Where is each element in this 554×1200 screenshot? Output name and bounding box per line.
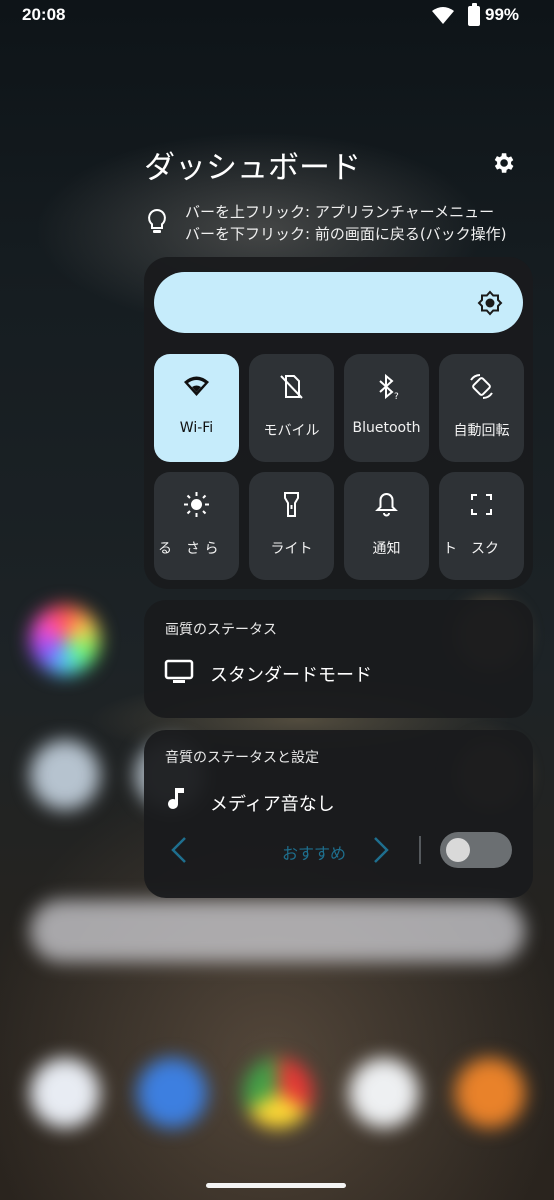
screenshot-icon (471, 494, 492, 515)
brightness-slider[interactable] (154, 272, 523, 333)
chevron-right-icon[interactable] (372, 836, 390, 864)
card-heading: 画質のステータス (165, 622, 277, 638)
tile-label: ト スク (443, 541, 499, 557)
tile-label: モバイル (263, 423, 320, 439)
gear-icon[interactable] (490, 150, 516, 176)
chevron-left-icon[interactable] (170, 836, 188, 864)
tile-extra-dim[interactable]: る さ ら (154, 472, 239, 580)
quick-settings-panel: Wi-Fi モバイル ? Bluetooth 自動回転 る さ ら ライト 通知… (144, 257, 533, 589)
hint-line-up: バーを上フリック: アプリランチャーメニュー (185, 203, 495, 221)
bell-icon (375, 492, 398, 517)
tile-label: 通知 (372, 541, 401, 557)
status-bar: 20:08 99% (0, 0, 554, 32)
wifi-icon (184, 376, 209, 396)
tile-label: Wi-Fi (179, 420, 214, 436)
tile-screenshot[interactable]: ト スク (439, 472, 524, 580)
tile-flashlight[interactable]: ライト (249, 472, 334, 580)
card-heading: 音質のステータスと設定 (165, 750, 319, 766)
svg-text:?: ? (394, 392, 399, 401)
sound-settings-card: 音質のステータスと設定 メディア音なし おすすめ (144, 730, 533, 898)
status-time: 20:08 (22, 5, 66, 24)
home-indicator[interactable] (206, 1183, 346, 1188)
tile-mobile-data[interactable]: モバイル (249, 354, 334, 462)
bluetooth-icon: ? (379, 373, 399, 401)
tile-label: ライト (270, 541, 313, 557)
sound-status-text: メディア音なし (210, 794, 335, 815)
sound-toggle[interactable] (440, 832, 512, 868)
battery-percent: 99% (485, 5, 520, 24)
picture-mode-text: スタンダードモード (210, 665, 372, 686)
tile-wifi[interactable]: Wi-Fi (154, 354, 239, 462)
brightness-icon (477, 290, 503, 316)
hint-line-down: バーを下フリック: 前の画面に戻る(バック操作) (185, 225, 507, 243)
page-title: ダッシュボード (144, 150, 361, 186)
tile-label: 自動回転 (453, 423, 510, 439)
auto-rotate-icon (470, 374, 493, 399)
tile-bluetooth[interactable]: ? Bluetooth (344, 354, 429, 462)
tile-label: Bluetooth (352, 420, 421, 436)
monitor-icon (164, 659, 194, 683)
tile-auto-rotate[interactable]: 自動回転 (439, 354, 524, 462)
flashlight-icon (284, 492, 299, 517)
brightness-sun-icon (184, 492, 209, 517)
battery-icon (468, 3, 480, 26)
divider (419, 836, 421, 864)
mobile-data-off-icon (280, 375, 303, 399)
tile-notifications[interactable]: 通知 (344, 472, 429, 580)
music-note-icon (168, 788, 184, 809)
hint-text: バーを上フリック: アプリランチャーメニュー バーを下フリック: 前の画面に戻る… (185, 201, 507, 245)
recommend-label[interactable]: おすすめ (244, 840, 384, 864)
lightbulb-icon (148, 208, 166, 233)
picture-quality-card[interactable]: 画質のステータス スタンダードモード (144, 600, 533, 718)
toggle-knob (446, 838, 470, 862)
wifi-signal-icon (432, 7, 454, 24)
tile-label: る さ ら (158, 541, 219, 557)
